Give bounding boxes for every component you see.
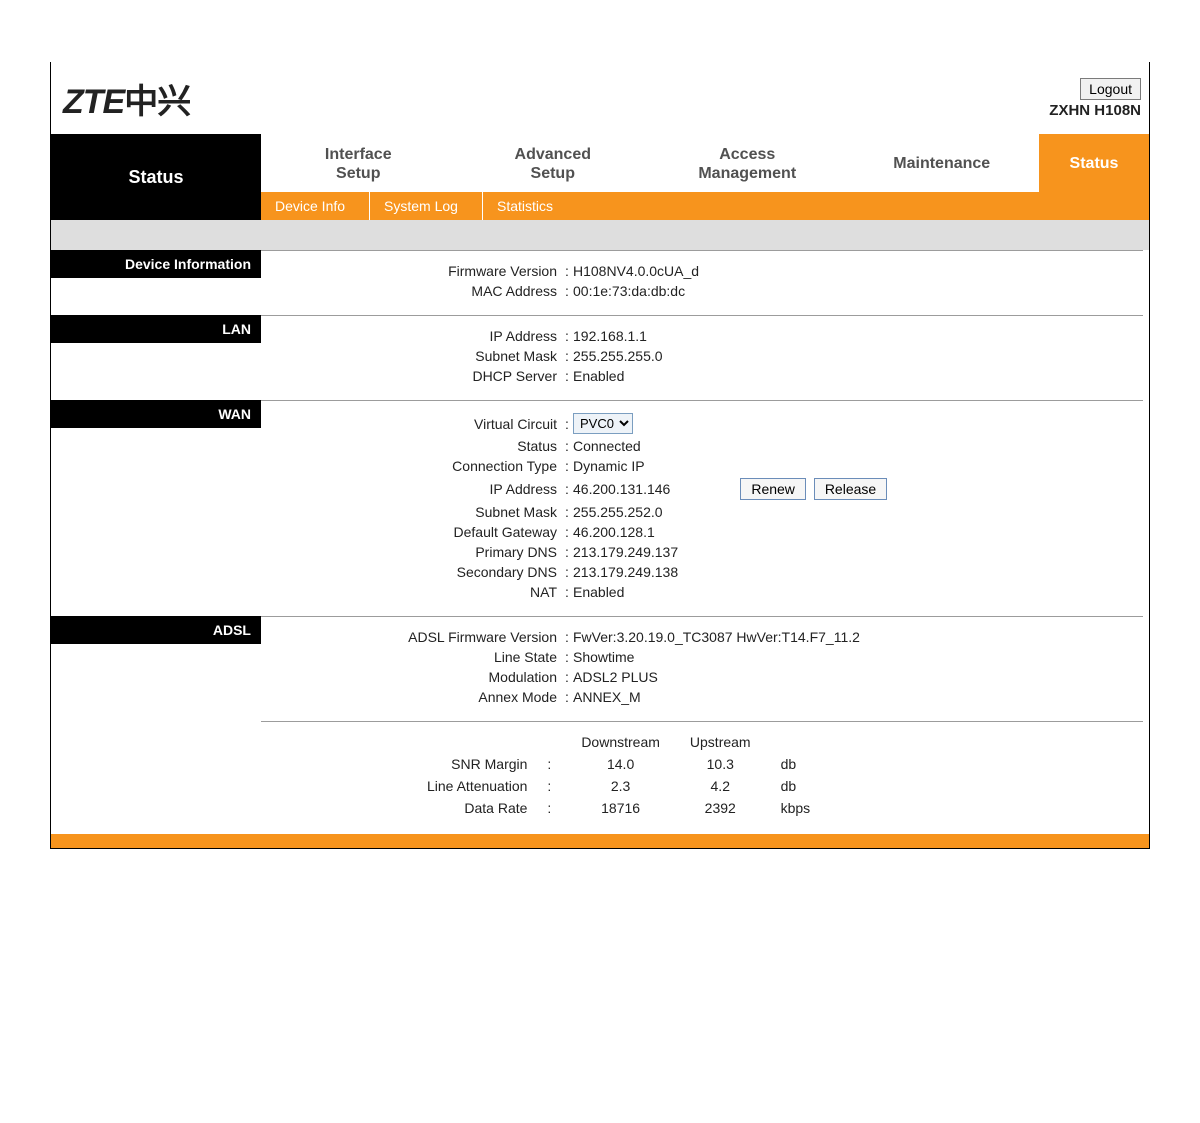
lan-ip-label: IP Address <box>261 328 561 344</box>
tab-advanced-setup[interactable]: Advanced Setup <box>456 134 651 192</box>
release-button[interactable]: Release <box>814 478 887 500</box>
lan-dhcp-label: DHCP Server <box>261 368 561 384</box>
wan-vc-label: Virtual Circuit <box>261 416 561 432</box>
wan-nat-value: Enabled <box>573 584 1149 600</box>
wan-status-label: Status <box>261 438 561 454</box>
section-adsl-title: ADSL <box>51 616 261 644</box>
wan-dns2-value: 213.179.249.138 <box>573 564 1149 580</box>
subnav-device-info[interactable]: Device Info <box>261 192 370 220</box>
zte-logo: ZTE中兴 <box>59 74 190 123</box>
col-downstream: Downstream <box>567 732 674 752</box>
snr-label: SNR Margin <box>413 754 531 774</box>
device-model: ZXHN H108N <box>1049 102 1141 119</box>
lan-mask-value: 255.255.255.0 <box>573 348 1149 364</box>
firmware-version-value: H108NV4.0.0cUA_d <box>573 263 1149 279</box>
wan-conn-type-value: Dynamic IP <box>573 458 1149 474</box>
tab-interface-setup[interactable]: Interface Setup <box>261 134 456 192</box>
adsl-annex-label: Annex Mode <box>261 689 561 705</box>
data-rate-downstream: 18716 <box>567 798 674 818</box>
lan-ip-value: 192.168.1.1 <box>573 328 1149 344</box>
virtual-circuit-select[interactable]: PVC0 <box>573 413 633 434</box>
adsl-line-value: Showtime <box>573 649 1149 665</box>
wan-ip-value: 46.200.131.146 <box>573 481 670 497</box>
header: ZTE中兴 Logout ZXHN H108N <box>51 62 1149 134</box>
active-section-title: Status <box>51 134 261 220</box>
footer-bar <box>51 834 1149 848</box>
logout-button[interactable]: Logout <box>1080 78 1141 100</box>
mac-address-value: 00:1e:73:da:db:dc <box>573 283 1149 299</box>
subnav-system-log[interactable]: System Log <box>370 192 483 220</box>
attenuation-label: Line Attenuation <box>413 776 531 796</box>
attenuation-downstream: 2.3 <box>567 776 674 796</box>
wan-gw-label: Default Gateway <box>261 524 561 540</box>
renew-button[interactable]: Renew <box>740 478 806 500</box>
adsl-mod-label: Modulation <box>261 669 561 685</box>
tab-maintenance[interactable]: Maintenance <box>845 134 1040 192</box>
wan-dns2-label: Secondary DNS <box>261 564 561 580</box>
data-rate-label: Data Rate <box>413 798 531 818</box>
header-right: Logout ZXHN H108N <box>1049 78 1141 119</box>
adsl-fw-value: FwVer:3.20.19.0_TC3087 HwVer:T14.F7_11.2 <box>573 629 1149 645</box>
wan-mask-value: 255.255.252.0 <box>573 504 1149 520</box>
adsl-mod-value: ADSL2 PLUS <box>573 669 1149 685</box>
lan-mask-label: Subnet Mask <box>261 348 561 364</box>
logo-cn: 中兴 <box>124 83 190 121</box>
section-lan-title: LAN <box>51 315 261 343</box>
wan-dns1-label: Primary DNS <box>261 544 561 560</box>
wan-mask-label: Subnet Mask <box>261 504 561 520</box>
main-tabs: Status Interface Setup Advanced Setup Ac… <box>51 134 1149 220</box>
data-rate-upstream: 2392 <box>676 798 765 818</box>
tab-status-active[interactable]: Status <box>1039 134 1149 192</box>
tab-access-management[interactable]: Access Management <box>650 134 845 192</box>
wan-ip-label: IP Address <box>261 481 561 497</box>
attenuation-unit: db <box>767 776 825 796</box>
wan-status-value: Connected <box>573 438 1149 454</box>
data-rate-unit: kbps <box>767 798 825 818</box>
adsl-stats-table: Downstream Upstream SNR Margin : 14.0 10… <box>411 730 826 820</box>
lan-dhcp-value: Enabled <box>573 368 1149 384</box>
adsl-fw-label: ADSL Firmware Version <box>261 629 561 645</box>
wan-gw-value: 46.200.128.1 <box>573 524 1149 540</box>
section-wan-title: WAN <box>51 400 261 428</box>
wan-nat-label: NAT <box>261 584 561 600</box>
wan-dns1-value: 213.179.249.137 <box>573 544 1149 560</box>
firmware-version-label: Firmware Version <box>261 263 561 279</box>
wan-conn-type-label: Connection Type <box>261 458 561 474</box>
col-upstream: Upstream <box>676 732 765 752</box>
adsl-line-label: Line State <box>261 649 561 665</box>
snr-upstream: 10.3 <box>676 754 765 774</box>
snr-downstream: 14.0 <box>567 754 674 774</box>
subnav: Device Info System Log Statistics <box>261 192 1149 220</box>
snr-unit: db <box>767 754 825 774</box>
subnav-statistics[interactable]: Statistics <box>483 192 577 220</box>
section-device-info-title: Device Information <box>51 250 261 278</box>
logo-latin: ZTE <box>63 83 124 121</box>
mac-address-label: MAC Address <box>261 283 561 299</box>
attenuation-upstream: 4.2 <box>676 776 765 796</box>
adsl-annex-value: ANNEX_M <box>573 689 1149 705</box>
